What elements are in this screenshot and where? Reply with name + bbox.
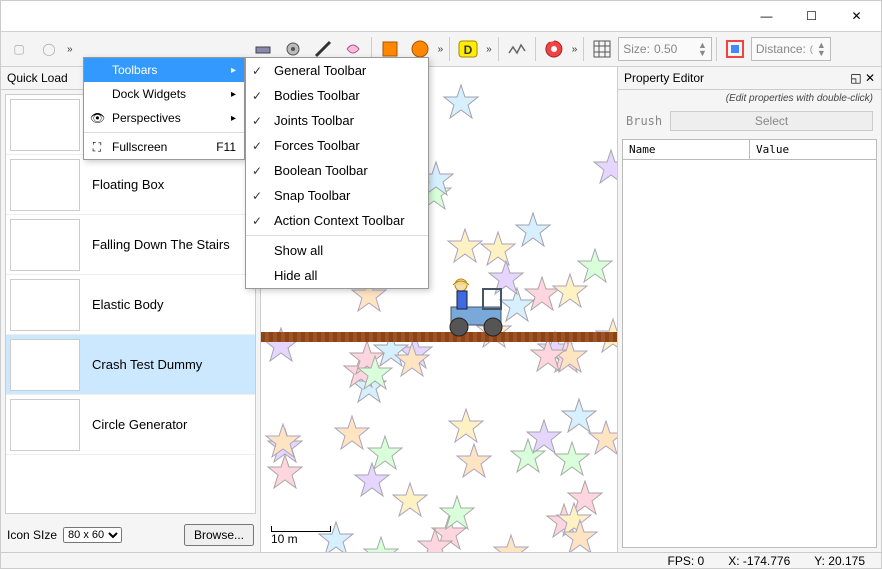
window-titlebar: — ☐ ✕ — [1, 1, 881, 31]
quick-load-title: Quick Load — [7, 71, 68, 85]
scene-label: Elastic Body — [84, 297, 164, 312]
check-icon: ✓ — [252, 164, 262, 178]
scene-label: Floating Box — [84, 177, 164, 192]
submenu-item[interactable]: Hide all — [246, 263, 428, 288]
status-y: Y: 20.175 — [814, 554, 865, 568]
scene-item[interactable]: Falling Down The Stairs — [6, 215, 255, 275]
close-button[interactable]: ✕ — [834, 2, 879, 30]
tool-generic-1[interactable]: ▢ — [5, 35, 33, 63]
check-icon: ✓ — [252, 114, 262, 128]
maximize-button[interactable]: ☐ — [789, 2, 834, 30]
quick-load-footer: Icon SIze 80 x 60 Browse... — [1, 518, 260, 552]
scene-thumbnail — [10, 279, 80, 331]
toolbar-overflow-4[interactable]: » — [570, 44, 580, 55]
submenu-toolbar-item[interactable]: ✓Bodies Toolbar — [246, 83, 428, 108]
snap-tool[interactable] — [540, 35, 568, 63]
toolbar-overflow-3[interactable]: » — [484, 44, 494, 55]
size-field[interactable]: Size: ▲▼ — [618, 37, 712, 61]
icon-size-label: Icon SIze — [7, 528, 57, 542]
property-col-name: Name — [623, 140, 750, 159]
scene-label: Crash Test Dummy — [84, 357, 202, 372]
toolbar-overflow-1[interactable]: » — [65, 44, 75, 55]
brush-label: Brush — [626, 114, 662, 128]
status-x: X: -174.776 — [728, 554, 790, 568]
scene-thumbnail — [10, 219, 80, 271]
submenu-toolbar-item[interactable]: ✓General Toolbar — [246, 58, 428, 83]
property-editor-title: Property Editor — [624, 71, 704, 85]
context-tool[interactable] — [721, 35, 749, 63]
distance-label: Distance: — [756, 42, 806, 56]
scene-item[interactable]: Circle Generator — [6, 395, 255, 455]
status-fps: FPS: 0 — [668, 554, 705, 568]
scene-label: Circle Generator — [84, 417, 187, 432]
check-icon: ✓ — [252, 214, 262, 228]
submenu-toolbar-item[interactable]: ✓Action Context Toolbar — [246, 208, 428, 233]
crash-test-vehicle — [421, 277, 521, 337]
boolean-tool[interactable]: D — [454, 35, 482, 63]
check-icon: ✓ — [252, 139, 262, 153]
scene-item[interactable]: Elastic Body — [6, 275, 255, 335]
icon-size-select[interactable]: 80 x 60 — [63, 527, 122, 543]
distance-stepper-icon[interactable]: ▲▼ — [817, 41, 826, 57]
check-icon: ✓ — [252, 89, 262, 103]
eye-icon: 👁 — [90, 111, 104, 125]
distance-field[interactable]: Distance: ( ▲▼ — [751, 37, 831, 61]
scene-thumbnail — [10, 159, 80, 211]
submenu-toolbar-item[interactable]: ✓Forces Toolbar — [246, 133, 428, 158]
status-bar: FPS: 0 X: -174.776 Y: 20.175 — [1, 552, 881, 568]
check-icon: ✓ — [252, 189, 262, 203]
brush-select-button[interactable]: Select — [670, 111, 873, 131]
size-label: Size: — [623, 42, 650, 56]
toolbars-submenu: ✓General Toolbar✓Bodies Toolbar✓Joints T… — [245, 57, 429, 289]
menu-dock-widgets[interactable]: Dock Widgets▸ — [84, 82, 244, 106]
panel-close-icon[interactable]: ✕ — [865, 71, 875, 85]
scene-item[interactable]: Crash Test Dummy — [6, 335, 255, 395]
panel-float-icon[interactable]: ◱ — [850, 71, 861, 85]
menu-perspectives[interactable]: 👁 Perspectives▸ — [84, 106, 244, 130]
scale-indicator: 10 m — [271, 526, 331, 546]
size-stepper-icon[interactable]: ▲▼ — [698, 41, 707, 57]
scene-thumbnail — [10, 99, 80, 151]
menu-toolbars[interactable]: Toolbars▸ — [84, 58, 244, 82]
property-table[interactable]: Name Value — [622, 139, 877, 548]
scene-item[interactable]: Floating Box — [6, 155, 255, 215]
property-hint: (Edit properties with double-click) — [618, 90, 881, 107]
property-col-value: Value — [750, 140, 876, 159]
browse-button[interactable]: Browse... — [184, 524, 254, 546]
view-menu: Toolbars▸ Dock Widgets▸ 👁 Perspectives▸ … — [83, 57, 245, 160]
size-input[interactable] — [654, 42, 694, 56]
tool-generic-2[interactable]: ◯ — [35, 35, 63, 63]
submenu-toolbar-item[interactable]: ✓Snap Toolbar — [246, 183, 428, 208]
submenu-item[interactable]: Show all — [246, 238, 428, 263]
grid-tool[interactable] — [588, 35, 616, 63]
svg-text:D: D — [464, 43, 473, 57]
menu-fullscreen[interactable]: ⛶ FullscreenF11 — [84, 135, 244, 159]
scene-thumbnail — [10, 339, 80, 391]
submenu-toolbar-item[interactable]: ✓Joints Toolbar — [246, 108, 428, 133]
property-editor-panel: Property Editor ◱ ✕ (Edit properties wit… — [617, 67, 881, 552]
force-tool[interactable] — [503, 35, 531, 63]
submenu-toolbar-item[interactable]: ✓Boolean Toolbar — [246, 158, 428, 183]
toolbar-overflow-2[interactable]: » — [436, 44, 446, 55]
scene-label: Falling Down The Stairs — [84, 237, 230, 252]
scene-thumbnail — [10, 399, 80, 451]
minimize-button[interactable]: — — [744, 2, 789, 30]
check-icon: ✓ — [252, 64, 262, 78]
fullscreen-icon: ⛶ — [90, 140, 104, 155]
